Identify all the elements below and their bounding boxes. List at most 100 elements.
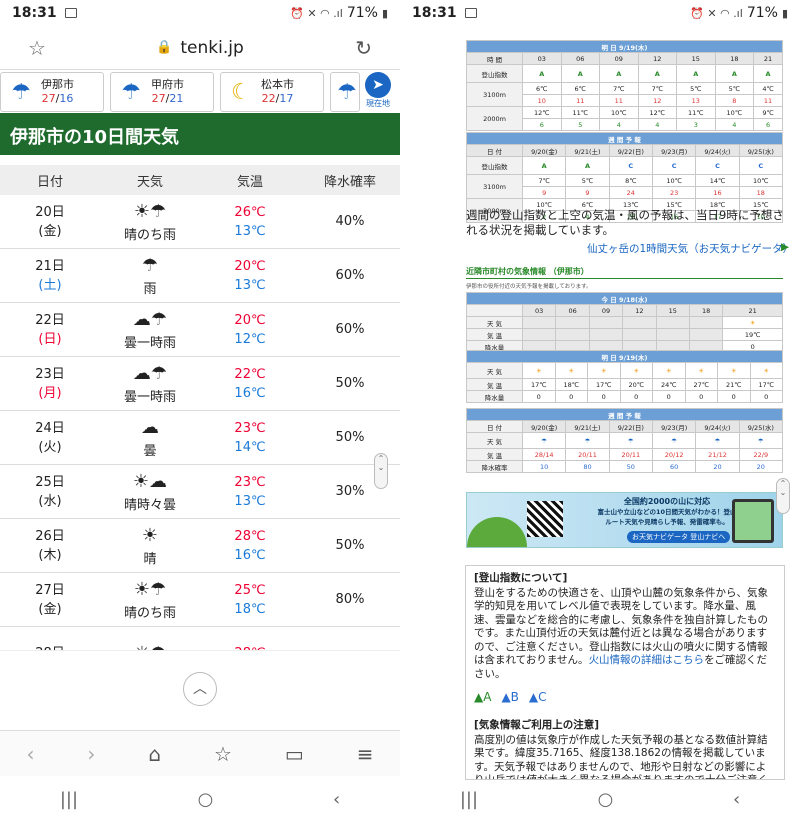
bookmark-star-icon[interactable]: ☆ <box>28 36 46 60</box>
forecast-table: 日付 天気 気温 降水確率 20日 (金) ☀☂ 晴のち雨 26℃ 13℃ 40% 21日 (土… <box>0 165 400 681</box>
rain-icon: ☂ <box>121 79 141 105</box>
row-day: 23日 <box>35 366 65 382</box>
table-row[interactable]: 22日 (日) ☁☂ 曇一時雨 20℃ 12℃ 60% <box>0 303 400 357</box>
index-b-icon: ▲B <box>501 690 519 705</box>
banner-main-text: 富士山や立山などの10日間天気がわかる！登山ルート天気や見晴らし予報、発雷確率も… <box>597 508 737 526</box>
table-row[interactable]: 26日 (木) ☀ 晴 28℃ 16℃ 50% <box>0 519 400 573</box>
system-nav-bar: ||| ○ ‹ <box>0 776 400 822</box>
battery-level: 71% <box>346 5 378 21</box>
navigator-banner[interactable]: 全国約2000の山に対応 富士山や立山などの10日間天気がわかる！登山ルート天気や… <box>466 492 783 548</box>
row-temps: 26℃ 13℃ <box>200 203 300 241</box>
row-weather: ☀☁ 晴時々曇 <box>100 470 200 513</box>
row-dow: (金) <box>38 601 62 617</box>
row-day: 27日 <box>35 582 65 598</box>
table-cell: A <box>560 64 601 83</box>
table-row[interactable]: 20日 (金) ☀☂ 晴のち雨 26℃ 13℃ 40% <box>0 195 400 249</box>
forward-icon[interactable]: › <box>87 742 95 766</box>
table-cell: 10℃ <box>599 106 639 119</box>
hourly-weather-link[interactable]: 仙丈ヶ岳の1時間天気（お天気ナビゲータ） <box>587 241 793 256</box>
city-high: 22 <box>261 92 276 105</box>
table-cell: 18 <box>688 304 724 317</box>
home-nav-icon[interactable]: ○ <box>598 789 614 810</box>
status-icons: ⏰ ✕ ◠ .ıl 71% ▮ <box>290 5 388 21</box>
city-name: 伊那市 <box>41 78 74 91</box>
system-nav-bar: ||| ○ ‹ <box>400 776 800 822</box>
browser-url-bar[interactable]: ☆ 🔒 tenki.jp ↻ <box>0 26 400 70</box>
table-cell: 03 <box>522 52 562 65</box>
table-cell: 20/12 <box>651 448 697 461</box>
weather-text: 晴 <box>143 552 157 567</box>
table-cell: 6℃ <box>522 82 562 95</box>
city-name: 甲府市 <box>151 78 184 91</box>
table-cell: 11℃ <box>560 106 601 119</box>
home-nav-icon[interactable]: ○ <box>198 789 214 810</box>
weather-text: 曇一時雨 <box>123 336 176 351</box>
table-cell: 9 <box>521 186 567 199</box>
city-card[interactable]: ☂ 甲府市 27/21 <box>110 72 214 112</box>
table-cell: C <box>738 156 784 175</box>
menu-icon[interactable]: ≡ <box>357 742 374 766</box>
scroll-thumb[interactable]: ⌃ ⌄ <box>374 453 388 489</box>
weather-icon: ☀☁ <box>132 471 168 492</box>
row-dow: (日) <box>38 331 62 347</box>
table-cell: 16 <box>695 186 740 199</box>
table-row[interactable]: 21日 (土) ☂ 雨 20℃ 13℃ 60% <box>0 249 400 303</box>
back-nav-icon[interactable]: ‹ <box>333 789 340 810</box>
current-location-button[interactable]: ➤ 現在地 <box>362 72 394 110</box>
back-icon[interactable]: ‹ <box>26 742 34 766</box>
weather-text: 晴時々曇 <box>123 498 176 513</box>
row-label: 3100m <box>466 174 523 199</box>
tabs-icon[interactable]: ▭ <box>285 742 304 766</box>
table-cell: 09 <box>588 304 624 317</box>
table-cell: 6 <box>753 118 783 131</box>
scroll-top-button[interactable]: ︿ <box>183 672 217 706</box>
table-cell: 9/25(水) <box>738 420 784 433</box>
weather-text: 曇一時雨 <box>123 390 176 405</box>
bookmarks-icon[interactable]: ☆ <box>214 742 232 766</box>
table-header: 日付 天気 気温 降水確率 <box>0 165 400 195</box>
reload-icon[interactable]: ↻ <box>355 36 372 60</box>
row-dow: (水) <box>38 493 62 509</box>
table-row[interactable]: 23日 (月) ☁☂ 曇一時雨 22℃ 16℃ 50% <box>0 357 400 411</box>
volcano-info-link[interactable]: 火山情報の詳細はこちら <box>589 654 705 666</box>
table-cell: 06 <box>560 52 601 65</box>
row-day: 25日 <box>35 474 65 490</box>
mountain-note: 週間の登山指数と上空の気温・風の予報は、当日9時に予想される状況を掲載しています… <box>466 208 784 237</box>
table-cell: A <box>565 156 610 175</box>
recents-icon[interactable]: ||| <box>60 789 78 810</box>
url-text[interactable]: tenki.jp <box>180 38 243 58</box>
row-label: 日 付 <box>466 420 523 433</box>
banner-button[interactable]: お天気ナビゲータ 登山ナビへ <box>627 531 731 543</box>
table-cell: 9/24(火) <box>695 420 740 433</box>
home-icon[interactable]: ⌂ <box>148 742 161 766</box>
empty-cell <box>521 328 557 341</box>
recents-icon[interactable]: ||| <box>460 789 478 810</box>
table-cell: 9/20(金) <box>521 420 567 433</box>
today-table: 今 日 9/18(水) 03 06 09 12 15 18 21 天 気 ☀ 気 温 19℃ 降水量 0 <box>466 292 783 353</box>
table-cell: 28/14 <box>521 448 567 461</box>
table-cell: C <box>608 156 653 175</box>
empty-cell <box>688 328 724 341</box>
table-row[interactable]: 27日 (金) ☀☂ 晴のち雨 25℃ 18℃ 80% <box>0 573 400 627</box>
table-cell: 5℃ <box>676 82 716 95</box>
row-weather: ☁☂ 曇一時雨 <box>100 308 200 351</box>
table-cell: 0 <box>684 390 718 403</box>
city-card[interactable]: ☾ 松本市 22/17 <box>220 72 324 112</box>
row-day: 21日 <box>35 258 65 274</box>
city-card[interactable]: ☂ 伊那市 27/16 <box>0 72 104 112</box>
info-heading-2: [気象情報ご利用上の注意] <box>474 719 600 731</box>
table-cell: 3 <box>676 118 716 131</box>
low-temp: 18℃ <box>234 601 266 617</box>
precip-prob: 50% <box>335 430 365 445</box>
back-nav-icon[interactable]: ‹ <box>733 789 740 810</box>
scroll-thumb[interactable]: ⌃ ⌄ <box>776 478 790 514</box>
table-title: 明 日 9/19(木) <box>466 350 783 363</box>
info-heading-1: [登山指数について] <box>474 572 568 584</box>
table-cell: 5℃ <box>565 174 610 187</box>
city-card-partial[interactable]: ☂ <box>330 72 360 112</box>
precip-prob: 60% <box>335 322 365 337</box>
weather-icon: ☂ <box>141 255 159 276</box>
table-row[interactable]: 25日 (水) ☀☁ 晴時々曇 23℃ 13℃ 30% <box>0 465 400 519</box>
table-row[interactable]: 24日 (火) ☁ 曇 23℃ 14℃ 50% <box>0 411 400 465</box>
row-label: 天 気 <box>466 362 523 379</box>
